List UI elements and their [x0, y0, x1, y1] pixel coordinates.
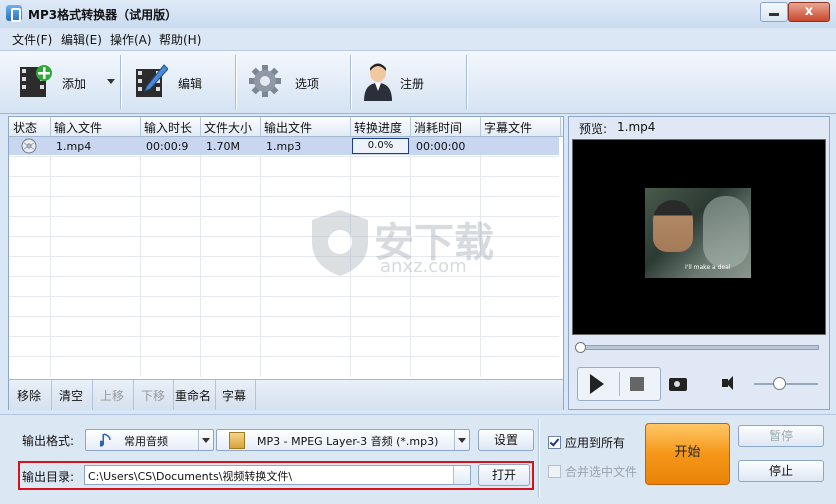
- toolbar-separator: [235, 55, 236, 109]
- add-label: 添加: [62, 77, 87, 91]
- menu-bar: 文件(F) 编辑(E) 操作(A) 帮助(H): [0, 28, 836, 50]
- column-status[interactable]: 状态: [13, 119, 37, 136]
- camera-icon[interactable]: [669, 378, 687, 391]
- preview-label: 预览:: [579, 122, 608, 136]
- cell-input-file: 1.mp4: [56, 140, 92, 153]
- title-bar: MP3格式转换器（试用版） x: [0, 0, 836, 29]
- film-add-icon: [20, 65, 52, 97]
- output-settings-panel: 输出格式: 常用音频 MP3 - MPEG Layer-3 音频 (*.mp3)…: [0, 414, 836, 504]
- menu-edit[interactable]: 编辑(E): [61, 31, 102, 48]
- move-down-button[interactable]: 下移: [141, 387, 165, 404]
- list-action-bar: 移除 清空 上移 下移 重命名 字幕: [9, 379, 563, 410]
- format-select[interactable]: MP3 - MPEG Layer-3 音频 (*.mp3): [216, 429, 470, 451]
- format-category-select[interactable]: 常用音频: [85, 429, 214, 451]
- options-button[interactable]: 选项: [245, 57, 345, 107]
- panel-separator: [538, 419, 539, 497]
- disc-icon: [21, 138, 37, 154]
- column-output-file[interactable]: 输出文件: [264, 119, 312, 136]
- music-note-icon: [100, 433, 111, 447]
- apply-all-checkbox[interactable]: [548, 436, 561, 449]
- cell-size: 1.70M: [206, 140, 240, 153]
- preview-panel: 预览: 1.mp4 I'll make a deal: [568, 116, 830, 410]
- apply-all-label: 应用到所有: [565, 436, 626, 450]
- menu-file[interactable]: 文件(F): [12, 31, 52, 48]
- toolbar-separator: [120, 55, 121, 109]
- gear-icon: [249, 65, 281, 97]
- mp3-file-icon: [229, 432, 245, 449]
- seek-bar[interactable]: [579, 345, 819, 350]
- table-header: 状态 输入文件 输入时长 文件大小 输出文件 转换进度 消耗时间 字幕文件: [9, 117, 563, 137]
- video-caption: I'll make a deal: [685, 264, 731, 271]
- watermark-sub: anxz.com: [380, 256, 467, 277]
- chevron-down-icon: [198, 430, 213, 450]
- volume-handle[interactable]: [773, 377, 786, 390]
- register-label: 注册: [400, 77, 425, 91]
- cell-duration: 00:00:9: [146, 140, 189, 153]
- toolbar: 添加 编辑 选项 注册: [0, 50, 836, 114]
- cell-elapsed: 00:00:00: [416, 140, 466, 153]
- minimize-button[interactable]: [760, 2, 788, 22]
- column-file-size[interactable]: 文件大小: [204, 119, 252, 136]
- user-icon: [364, 63, 392, 101]
- toolbar-separator: [466, 55, 467, 109]
- open-folder-button[interactable]: 打开: [478, 464, 530, 486]
- start-button[interactable]: 开始: [645, 423, 730, 485]
- toolbar-separator: [350, 55, 351, 109]
- edit-button[interactable]: 编辑: [130, 57, 230, 107]
- options-label: 选项: [295, 77, 320, 91]
- column-input-file[interactable]: 输入文件: [54, 119, 102, 136]
- output-dir-label: 输出目录:: [22, 470, 75, 484]
- merge-label: 合并选中文件: [565, 465, 638, 479]
- play-icon[interactable]: [590, 374, 604, 394]
- edit-label: 编辑: [178, 77, 203, 91]
- volume-slider[interactable]: [754, 383, 818, 385]
- register-button[interactable]: 注册: [360, 57, 460, 107]
- close-icon: x: [804, 4, 814, 19]
- stop-button[interactable]: 停止: [738, 460, 824, 482]
- chevron-down-icon: [454, 430, 469, 450]
- window-title: MP3格式转换器（试用版）: [28, 8, 178, 22]
- table-row[interactable]: 1.mp4 00:00:9 1.70M 1.mp3 0.0% 00:00:00: [9, 137, 559, 155]
- menu-help[interactable]: 帮助(H): [159, 31, 201, 48]
- preview-filename: 1.mp4: [617, 120, 656, 134]
- close-button[interactable]: x: [788, 2, 830, 22]
- output-dir-value: C:\Users\CS\Documents\视频转换文件\: [88, 470, 293, 483]
- video-frame: I'll make a deal: [645, 188, 751, 278]
- format-category-value: 常用音频: [124, 435, 168, 448]
- subtitle-button[interactable]: 字幕: [222, 387, 246, 404]
- menu-operation[interactable]: 操作(A): [110, 31, 152, 48]
- settings-button[interactable]: 设置: [478, 429, 534, 451]
- format-label: 输出格式:: [22, 434, 75, 448]
- column-elapsed[interactable]: 消耗时间: [414, 119, 462, 136]
- seek-handle[interactable]: [575, 342, 586, 353]
- cell-output-file: 1.mp3: [266, 140, 302, 153]
- format-value: MP3 - MPEG Layer-3 音频 (*.mp3): [257, 435, 439, 448]
- remove-button[interactable]: 移除: [17, 387, 41, 404]
- progress-text: 0.0%: [367, 140, 394, 151]
- app-icon: [6, 5, 22, 22]
- playback-controls: [577, 367, 661, 401]
- add-dropdown-arrow[interactable]: [107, 79, 115, 84]
- move-up-button[interactable]: 上移: [100, 387, 124, 404]
- merge-checkbox[interactable]: [548, 465, 561, 478]
- stop-icon[interactable]: [630, 377, 644, 391]
- film-edit-icon: [136, 64, 168, 97]
- rename-button[interactable]: 重命名: [175, 387, 211, 404]
- output-dir-input[interactable]: C:\Users\CS\Documents\视频转换文件\: [84, 465, 471, 485]
- column-progress[interactable]: 转换进度: [354, 119, 402, 136]
- column-subtitle[interactable]: 字幕文件: [484, 119, 532, 136]
- speaker-icon[interactable]: [722, 376, 733, 390]
- pause-button[interactable]: 暂停: [738, 425, 824, 447]
- browse-icon[interactable]: [453, 466, 470, 484]
- add-button[interactable]: 添加: [12, 57, 102, 107]
- column-input-duration[interactable]: 输入时长: [144, 119, 192, 136]
- clear-button[interactable]: 清空: [59, 387, 83, 404]
- shield-icon: [312, 210, 368, 276]
- progress-bar: 0.0%: [352, 138, 409, 154]
- video-screen: I'll make a deal: [572, 139, 826, 335]
